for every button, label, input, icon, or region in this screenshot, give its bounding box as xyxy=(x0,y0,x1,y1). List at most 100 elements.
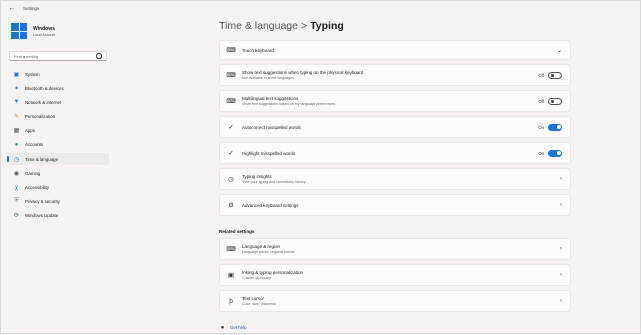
keyboard-icon: ⌨ xyxy=(226,47,236,54)
sidebar-item-bluetooth[interactable]: ✶ Bluetooth & devices xyxy=(7,82,109,94)
page-title: Time & language > Typing xyxy=(219,20,344,32)
card-title: Highlight misspelled words xyxy=(242,150,296,156)
card-description: Color, size, thickness xyxy=(242,302,276,306)
sidebar-item-label: Apps xyxy=(25,128,36,134)
sidebar-item-label: Windows Update xyxy=(25,213,59,219)
get-help-link[interactable]: ● Get help xyxy=(219,324,247,331)
sidebar-item-time-language[interactable]: ◷ Time & language xyxy=(7,153,109,166)
profile-subtitle: Local Account xyxy=(33,32,56,37)
highlight-card: ✓ Highlight misspelled words On xyxy=(219,142,571,164)
toggle-state-label: Off xyxy=(538,72,544,78)
sidebar-item-label: Network & internet xyxy=(25,99,62,105)
sidebar-item-network[interactable]: ▼ Network & internet xyxy=(7,96,109,108)
sidebar-item-accounts[interactable]: ● Accounts xyxy=(7,139,109,151)
update-icon: ⟳ xyxy=(13,213,20,220)
text-cursor-card[interactable]: ƥ Text cursor Color, size, thickness › xyxy=(219,290,571,312)
back-arrow-icon[interactable]: ← xyxy=(5,1,19,15)
gamepad-icon: ◉ xyxy=(13,170,20,177)
sidebar-item-label: Bluetooth & devices xyxy=(25,85,64,91)
card-description: Custom dictionary xyxy=(242,276,271,280)
window-title: Settings xyxy=(23,5,40,11)
sidebar-item-label: System xyxy=(25,71,40,77)
language-icon: ⌨ xyxy=(226,246,236,253)
autocorrect-toggle[interactable] xyxy=(548,123,562,131)
text-cursor-icon: ƥ xyxy=(229,297,233,305)
translate-icon: ⌨ xyxy=(226,98,236,105)
sidebar-nav: ▣ System ✶ Bluetooth & devices ▼ Network… xyxy=(7,68,109,224)
chevron-right-icon: › xyxy=(560,176,562,182)
toggle-state-label: On xyxy=(538,124,544,130)
windows-logo-icon xyxy=(11,23,27,39)
highlight-icon: ✓ xyxy=(228,150,234,157)
profile[interactable]: Windows Local Account xyxy=(11,23,55,39)
chevron-down-icon: ⌄ xyxy=(556,47,562,54)
multilingual-toggle[interactable] xyxy=(548,97,562,105)
advanced-keyboard-card[interactable]: ⚙ Advanced keyboard settings › xyxy=(219,194,571,216)
accessibility-icon: χ xyxy=(14,184,19,191)
text-suggestions-toggle[interactable] xyxy=(548,71,562,79)
breadcrumb-separator: > xyxy=(301,20,308,32)
sidebar-item-label: Time & language xyxy=(25,156,59,162)
person-icon: ● xyxy=(14,141,19,148)
brush-icon: ✎ xyxy=(13,114,20,121)
card-title: Text cursor xyxy=(242,296,265,301)
sidebar-item-label: Accessibility xyxy=(25,185,49,190)
sidebar-item-apps[interactable]: ▦ Apps xyxy=(7,125,109,137)
touch-keyboard-card[interactable]: ⌨ Touch keyboard ⌄ xyxy=(219,40,571,60)
card-title: Autocorrect misspelled words xyxy=(242,124,301,130)
multilingual-card: ⌨ Multilingual text suggestions Show tex… xyxy=(219,90,571,112)
search-box[interactable]: Find a setting xyxy=(9,51,107,61)
toggle-state-label: On xyxy=(538,150,544,156)
chevron-right-icon: › xyxy=(560,272,562,278)
highlight-toggle[interactable] xyxy=(548,149,562,157)
card-description: Show text suggestions based on my langua… xyxy=(242,102,336,106)
breadcrumb-current: Typing xyxy=(310,20,344,32)
language-region-card[interactable]: ⌨ Language & region Language packs, regi… xyxy=(219,238,571,260)
sidebar-item-personalization[interactable]: ✎ Personalization xyxy=(7,111,109,123)
chevron-right-icon: › xyxy=(560,202,562,208)
chevron-right-icon: › xyxy=(560,246,562,252)
card-title: Show text suggestions when typing on the… xyxy=(242,70,364,75)
card-title: Inking & typing personalization xyxy=(242,270,304,275)
notebook-icon: ▣ xyxy=(227,272,235,279)
shield-icon: ⛨ xyxy=(14,198,19,205)
help-icon: ● xyxy=(220,324,225,331)
sidebar-item-label: Privacy & security xyxy=(25,199,60,205)
toggle-state-label: Off xyxy=(538,98,544,104)
sidebar-item-gaming[interactable]: ◉ Gaming xyxy=(7,167,109,179)
breadcrumb-parent[interactable]: Time & language xyxy=(219,20,298,32)
autocorrect-card: ✓ Autocorrect misspelled words On xyxy=(219,116,571,138)
history-icon: ◷ xyxy=(228,176,234,183)
card-title: Advanced keyboard settings xyxy=(242,202,299,208)
sidebar-item-windows-update[interactable]: ⟳ Windows Update xyxy=(7,210,109,222)
chevron-right-icon: › xyxy=(560,298,562,304)
settings-window: ← Settings Windows Local Account Find a … xyxy=(0,0,641,334)
card-title: Multilingual text suggestions xyxy=(242,96,299,101)
sidebar-item-system[interactable]: ▣ System xyxy=(7,68,109,80)
sidebar-item-label: Accounts xyxy=(25,142,44,148)
globe-clock-icon: ◷ xyxy=(13,156,20,163)
typing-insights-card[interactable]: ◷ Typing insights View your typing and c… xyxy=(219,168,571,190)
profile-name: Windows xyxy=(33,25,55,32)
card-description: View your typing and corrections history xyxy=(242,180,306,184)
sidebar-item-label: Personalization xyxy=(25,114,56,120)
search-input[interactable]: Find a setting xyxy=(14,54,96,59)
bluetooth-icon: ✶ xyxy=(13,85,20,92)
sidebar-item-accessibility[interactable]: χ Accessibility xyxy=(7,182,109,194)
search-icon xyxy=(96,53,102,59)
inking-typing-card[interactable]: ▣ Inking & typing personalization Custom… xyxy=(219,264,571,286)
gear-icon: ⚙ xyxy=(228,202,234,209)
apps-icon: ▦ xyxy=(13,128,20,135)
title-bar: ← Settings xyxy=(1,1,641,15)
related-settings-heading: Related settings xyxy=(219,229,255,234)
card-title: Language & region xyxy=(242,244,281,249)
wifi-icon: ▼ xyxy=(13,99,20,106)
card-description: Language packs, regional format xyxy=(242,250,295,254)
get-help-label: Get help xyxy=(230,325,247,330)
card-title: Typing insights xyxy=(242,174,272,179)
text-suggestions-card: ⌨ Show text suggestions when typing on t… xyxy=(219,64,571,86)
keyboard-icon: ⌨ xyxy=(226,72,236,79)
sidebar: Windows Local Account Find a setting ▣ S… xyxy=(1,15,113,335)
sidebar-item-label: Gaming xyxy=(25,170,41,176)
sidebar-item-privacy[interactable]: ⛨ Privacy & security xyxy=(7,196,109,208)
